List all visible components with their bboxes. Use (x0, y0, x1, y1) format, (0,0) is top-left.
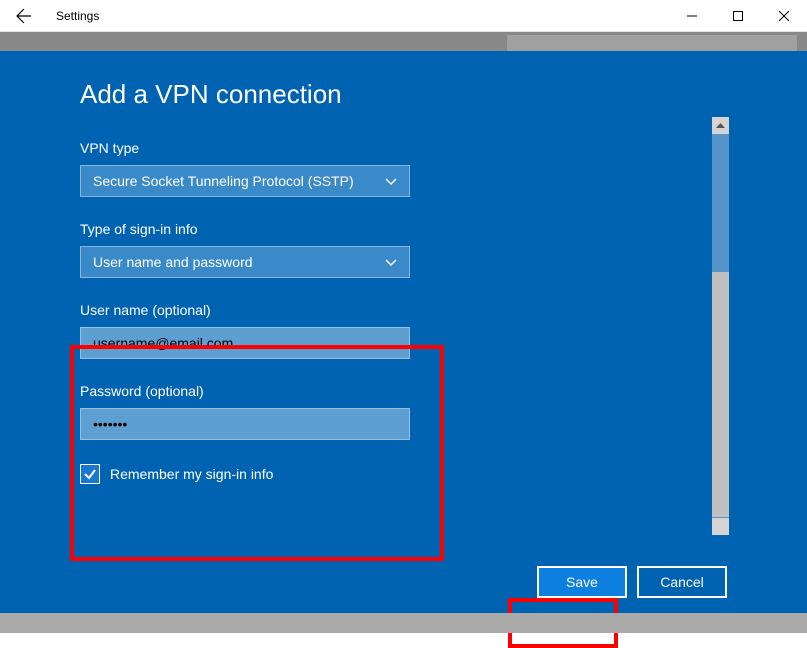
signin-type-value: User name and password (93, 254, 385, 270)
scrollbar[interactable] (712, 117, 729, 535)
maximize-icon (733, 11, 743, 21)
remember-label: Remember my sign-in info (110, 466, 273, 482)
username-group: User name (optional) username@email.com (80, 302, 727, 359)
scrollbar-thumb[interactable] (712, 272, 729, 517)
vpn-type-label: VPN type (80, 140, 727, 156)
close-icon (779, 11, 789, 21)
password-value: ••••••• (93, 416, 127, 432)
scroll-down-icon (715, 521, 726, 532)
signin-type-label: Type of sign-in info (80, 221, 727, 237)
modal-title: Add a VPN connection (80, 79, 727, 110)
back-button[interactable] (0, 0, 48, 32)
vpn-type-value: Secure Socket Tunneling Protocol (SSTP) (93, 173, 385, 189)
save-button[interactable]: Save (537, 566, 627, 598)
checkmark-icon (83, 467, 97, 481)
password-group: Password (optional) ••••••• (80, 383, 727, 440)
username-label: User name (optional) (80, 302, 727, 318)
minimize-icon (687, 11, 697, 21)
minimize-button[interactable] (669, 0, 715, 32)
password-label: Password (optional) (80, 383, 727, 399)
back-arrow-icon (16, 8, 32, 24)
bottom-strip (0, 613, 807, 633)
vpn-type-group: VPN type Secure Socket Tunneling Protoco… (80, 140, 727, 197)
scroll-up-icon (715, 120, 726, 131)
vpn-type-dropdown[interactable]: Secure Socket Tunneling Protocol (SSTP) (80, 165, 410, 197)
window-controls (669, 0, 807, 32)
vpn-modal: Add a VPN connection VPN type Secure Soc… (0, 51, 807, 613)
chevron-down-icon (385, 175, 397, 187)
remember-row: Remember my sign-in info (80, 464, 727, 484)
chevron-down-icon (385, 256, 397, 268)
titlebar: Settings (0, 0, 807, 32)
cancel-button[interactable]: Cancel (637, 566, 727, 598)
signin-type-dropdown[interactable]: User name and password (80, 246, 410, 278)
button-row: Save Cancel (537, 566, 727, 598)
close-button[interactable] (761, 0, 807, 32)
maximize-button[interactable] (715, 0, 761, 32)
username-value: username@email.com (93, 335, 233, 351)
password-input[interactable]: ••••••• (80, 408, 410, 440)
window-title: Settings (48, 9, 669, 23)
username-input[interactable]: username@email.com (80, 327, 410, 359)
remember-checkbox[interactable] (80, 464, 100, 484)
signin-type-group: Type of sign-in info User name and passw… (80, 221, 727, 278)
